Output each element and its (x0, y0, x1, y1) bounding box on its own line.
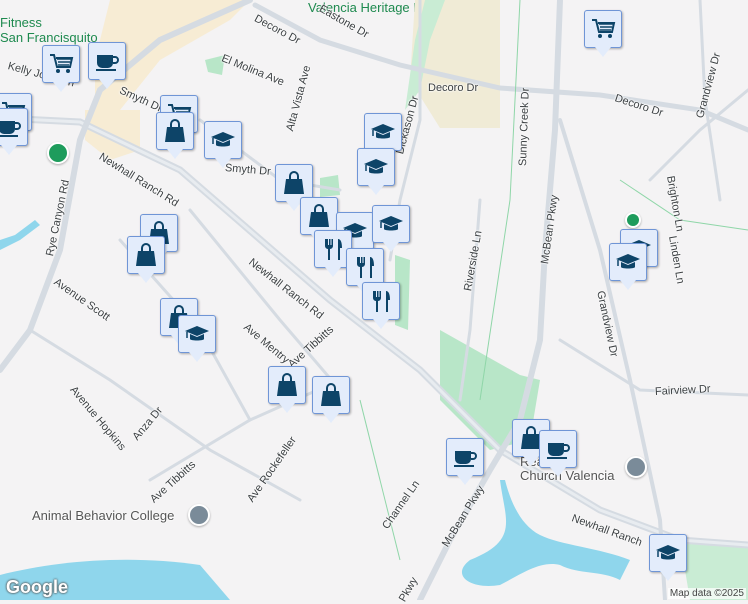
shopping-bag-icon (133, 242, 159, 268)
school-icon (184, 321, 210, 347)
shopping-cart-icon (48, 51, 74, 77)
restaurant-icon (368, 288, 394, 314)
restaurant-icon (320, 236, 346, 262)
shopping-bag-marker[interactable] (156, 112, 194, 159)
shopping-bag-marker[interactable] (127, 236, 165, 283)
coffee-icon (94, 48, 120, 74)
shopping-bag-marker[interactable] (268, 366, 306, 413)
coffee-icon (452, 444, 478, 470)
shopping-cart-icon (590, 16, 616, 42)
school-marker[interactable] (204, 121, 242, 168)
coffee-marker[interactable] (446, 438, 484, 485)
restaurant-icon (352, 254, 378, 280)
school-pin-icon[interactable] (188, 504, 210, 526)
school-icon (363, 154, 389, 180)
school-icon (655, 540, 681, 566)
college-label[interactable]: Animal Behavior College (32, 508, 174, 523)
church-icon[interactable] (625, 456, 647, 478)
school-icon (615, 249, 641, 275)
coffee-icon (0, 114, 22, 140)
school-marker[interactable] (649, 534, 687, 581)
coffee-marker[interactable] (88, 42, 126, 89)
shopping-bag-marker[interactable] (312, 376, 350, 423)
school-marker[interactable] (364, 113, 402, 160)
map-credit[interactable]: Map data ©2025 (667, 588, 746, 599)
park-pin-icon[interactable] (625, 212, 641, 228)
shopping-bag-icon (318, 382, 344, 408)
school-icon (370, 119, 396, 145)
restaurant-marker[interactable] (346, 248, 384, 295)
coffee-marker[interactable] (539, 430, 577, 477)
school-marker[interactable] (357, 148, 395, 195)
shopping-bag-icon (274, 372, 300, 398)
coffee-marker[interactable] (0, 108, 28, 155)
fitness-pin-icon[interactable] (47, 142, 69, 164)
shopping-bag-icon (281, 170, 307, 196)
google-logo[interactable]: Google (6, 577, 68, 598)
school-icon (210, 127, 236, 153)
shopping-cart-marker[interactable] (42, 45, 80, 92)
school-marker[interactable] (178, 315, 216, 362)
shopping-bag-icon (162, 118, 188, 144)
road-label: Decoro Dr (428, 82, 479, 94)
shopping-cart-marker[interactable] (584, 10, 622, 57)
shopping-bag-icon (306, 203, 332, 229)
school-marker[interactable] (372, 205, 410, 252)
school-marker[interactable] (609, 243, 647, 290)
coffee-icon (545, 436, 571, 462)
restaurant-marker[interactable] (362, 282, 400, 329)
school-icon (378, 211, 404, 237)
